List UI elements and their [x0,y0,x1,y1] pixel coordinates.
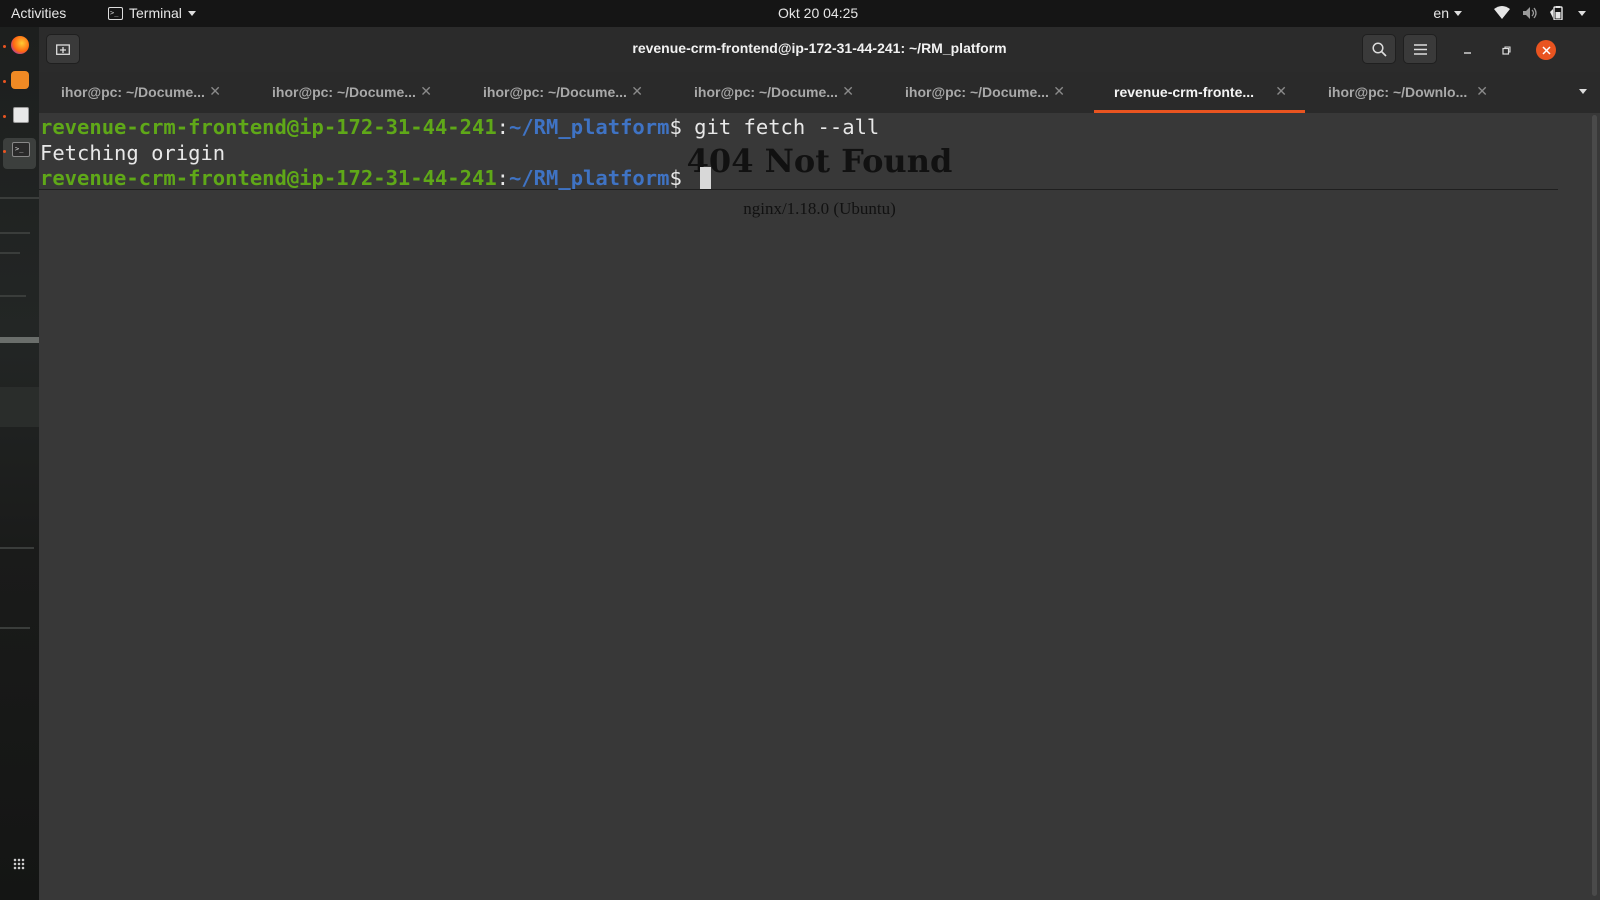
prompt-symbol: $ [669,115,695,139]
terminal-window: revenue-crm-frontend@ip-172-31-44-241: ~… [39,27,1600,900]
menu-button[interactable] [1403,34,1437,64]
tab-2[interactable]: ihor@pc: ~/Docume... ✕ [250,72,460,113]
close-icon[interactable]: ✕ [209,83,221,100]
chevron-down-icon [187,10,196,16]
battery-icon [1550,6,1566,20]
search-icon [1371,41,1387,57]
running-indicator [3,45,6,48]
hamburger-icon [1413,43,1427,55]
close-icon[interactable]: ✕ [420,83,432,100]
terminal-output: Fetching origin [40,141,226,165]
terminal-icon: >_ [108,6,123,20]
tab-label: ihor@pc: ~/Docume... [905,84,1049,100]
tab-label: ihor@pc: ~/Downlo... [1328,84,1468,100]
app-menu[interactable]: >_ Terminal [108,5,196,21]
terminal-line: revenue-crm-frontend@ip-172-31-44-241:~/… [40,165,712,191]
scrollbar[interactable] [1592,115,1597,896]
files-icon[interactable] [13,107,29,123]
close-button[interactable] [1536,40,1556,60]
minimize-icon [1463,51,1471,54]
close-icon[interactable]: ✕ [1476,83,1488,100]
maximize-button[interactable] [1496,40,1516,60]
tab-4[interactable]: ihor@pc: ~/Docume... ✕ [672,72,882,113]
terminal-view[interactable]: 404 Not Found nginx/1.18.0 (Ubuntu) reve… [39,113,1600,900]
search-button[interactable] [1362,34,1396,64]
header-bar: revenue-crm-frontend@ip-172-31-44-241: ~… [39,27,1600,73]
tab-7[interactable]: ihor@pc: ~/Downlo... ✕ [1306,72,1516,113]
tab-label: ihor@pc: ~/Docume... [61,84,205,100]
terminal-line: revenue-crm-frontend@ip-172-31-44-241:~/… [40,114,879,140]
system-tray[interactable]: en [1433,5,1586,21]
tab-3[interactable]: ihor@pc: ~/Docume... ✕ [461,72,671,113]
show-applications-icon[interactable] [13,858,25,870]
prompt-symbol: $ [669,166,695,190]
tab-6-active[interactable]: revenue-crm-fronte... ✕ [1094,72,1305,113]
close-icon[interactable]: ✕ [1053,83,1065,100]
clock[interactable]: Okt 20 04:25 [778,5,858,21]
close-icon[interactable]: ✕ [842,83,854,100]
tabs-menu-icon[interactable] [1579,89,1587,94]
tab-5[interactable]: ihor@pc: ~/Docume... ✕ [883,72,1093,113]
terminal-icon[interactable]: >_ [12,142,30,157]
top-bar: Activities >_ Terminal Okt 20 04:25 en [0,0,1600,27]
text-cursor [700,167,712,189]
prompt-path: ~/RM_platform [509,166,670,190]
language-label: en [1433,5,1449,21]
restore-icon [1501,45,1511,55]
running-indicator [3,150,6,153]
firefox-icon[interactable] [11,36,29,54]
sublime-text-icon[interactable] [11,71,29,89]
running-indicator [3,80,6,83]
tab-label: ihor@pc: ~/Docume... [272,84,416,100]
close-icon [1541,45,1551,55]
tab-label: ihor@pc: ~/Docume... [694,84,838,100]
server-signature: nginx/1.18.0 (Ubuntu) [743,199,896,218]
prompt-path: ~/RM_platform [509,115,670,139]
close-icon[interactable]: ✕ [631,83,643,100]
wifi-icon [1494,6,1510,20]
dock: >_ [0,27,40,900]
chevron-down-icon [1578,10,1586,16]
tab-label: revenue-crm-fronte... [1114,84,1255,100]
command-text: git fetch --all [694,115,880,139]
running-indicator [3,115,6,118]
tab-label: ihor@pc: ~/Docume... [483,84,627,100]
activities-button[interactable]: Activities [11,5,66,21]
app-menu-label: Terminal [129,5,182,21]
tab-1[interactable]: ihor@pc: ~/Docume... ✕ [39,72,249,113]
chevron-down-icon [1454,10,1462,16]
language-selector[interactable]: en [1433,5,1462,21]
prompt-separator: : [496,166,509,190]
prompt-user: revenue-crm-frontend@ip-172-31-44-241 [40,166,497,190]
tab-bar: ihor@pc: ~/Docume... ✕ ihor@pc: ~/Docume… [39,72,1600,114]
close-icon[interactable]: ✕ [1275,83,1287,100]
prompt-separator: : [496,115,509,139]
prompt-user: revenue-crm-frontend@ip-172-31-44-241 [40,115,497,139]
volume-icon [1522,6,1538,20]
minimize-button[interactable] [1457,40,1477,60]
